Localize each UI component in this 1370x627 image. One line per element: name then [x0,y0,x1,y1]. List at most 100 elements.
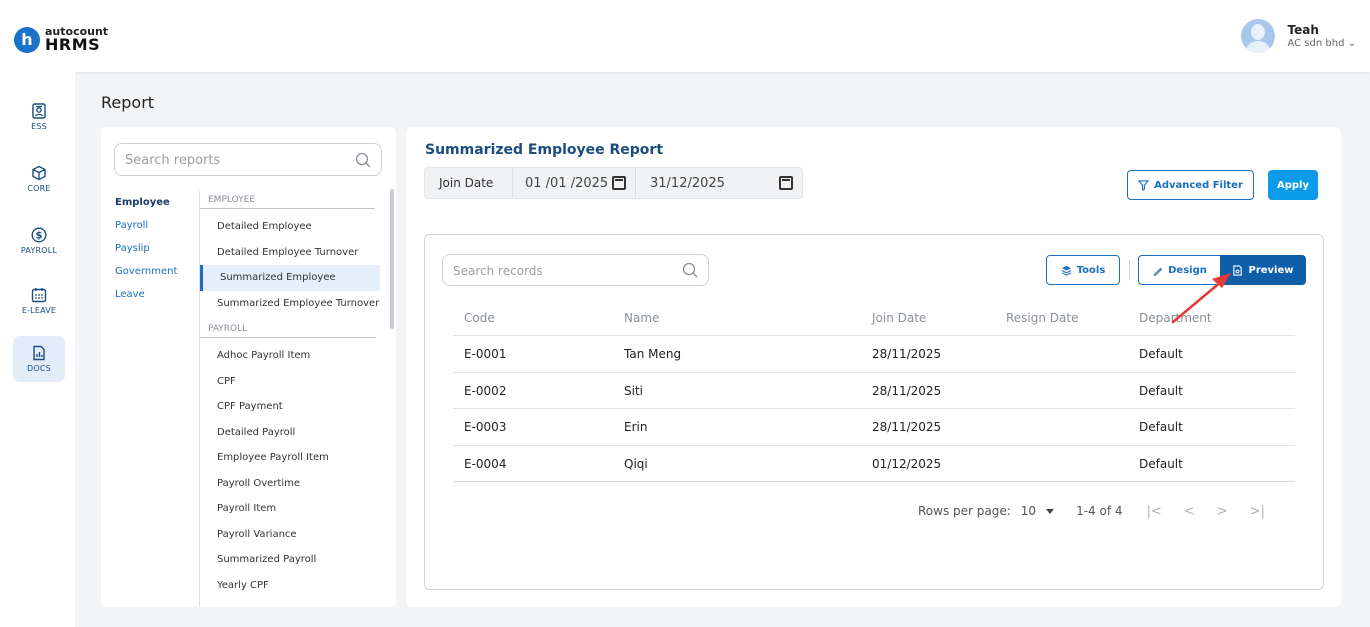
date-end-field[interactable]: 31/12/2025 [636,168,802,198]
apply-button[interactable]: Apply [1268,170,1318,200]
report-item[interactable]: Summarized Employee Turnover [200,291,380,317]
tools-button[interactable]: Tools [1046,255,1120,285]
nav-label: E-LEAVE [21,306,57,315]
cell-name: Tan Meng [624,347,682,361]
preview-doc-icon [1233,264,1243,276]
report-item[interactable]: Adhoc Payroll Item [200,343,380,369]
rows-per-page-select[interactable]: 10 [1020,504,1055,518]
date-label: Join Date [425,168,513,198]
filter-icon [1138,179,1150,191]
column-header-join-date[interactable]: Join Date [872,301,926,335]
next-page-button[interactable]: > [1217,504,1228,519]
cell-department: Default [1139,420,1183,434]
dollar-icon: $ [31,227,47,243]
rows-per-page-label: Rows per page: [918,504,1011,518]
table-row[interactable]: E-0001 Tan Meng 28/11/2025 Default [453,336,1295,373]
date-start-value: 01 /01 /2025 [525,175,609,191]
layers-icon [1061,265,1071,276]
cell-join-date: 28/11/2025 [872,383,942,398]
cell-code: E-0001 [464,347,507,361]
record-search[interactable] [442,254,709,286]
record-search-input[interactable] [453,261,673,281]
nav-ess[interactable]: ESS [13,94,65,140]
svg-text:$: $ [36,231,43,242]
report-list-panel: Employee Payroll Payslip Government Leav… [101,127,396,607]
nav-e-leave[interactable]: E-LEAVE [13,278,65,324]
cell-code: E-0003 [464,420,507,434]
user-name: Teah [1287,23,1319,37]
last-page-button[interactable]: >| [1250,504,1265,519]
category-payroll[interactable]: Payroll [115,219,177,242]
report-item[interactable]: Payroll Overtime [200,471,380,497]
cell-name: Siti [624,383,643,398]
report-title: Summarized Employee Report [425,142,664,158]
column-header-code[interactable]: Code [464,301,495,335]
user-menu[interactable]: Teah AC sdn bhd ⌄ [1241,19,1356,53]
category-payslip[interactable]: Payslip [115,242,177,265]
nav-core[interactable]: CORE [13,156,65,202]
table-row[interactable]: E-0003 Erin 28/11/2025 Default [453,409,1295,446]
report-items: EMPLOYEE Detailed Employee Detailed Empl… [200,195,380,598]
category-government[interactable]: Government [115,265,177,288]
report-item-active[interactable]: Summarized Employee [200,265,380,291]
cell-department: Default [1139,383,1183,398]
table-row[interactable]: E-0002 Siti 28/11/2025 Default [453,373,1295,409]
report-item[interactable]: CPF [200,369,380,395]
calendar-icon[interactable] [779,176,793,190]
first-page-button[interactable]: |< [1147,504,1162,519]
nav-label: ESS [31,122,47,131]
logo-product: HRMS [45,35,101,54]
nav-label: CORE [27,184,51,193]
report-search-input[interactable] [125,150,345,170]
cell-name: Qiqi [624,456,648,471]
join-date-range: Join Date 01 /01 /2025 31/12/2025 [424,167,803,199]
design-icon [1153,267,1163,276]
design-button[interactable]: Design [1138,255,1220,285]
user-company: AC sdn bhd ⌄ [1287,38,1356,49]
advanced-filter-label: Advanced Filter [1154,179,1243,191]
report-item[interactable]: Payroll Item [200,496,380,522]
report-item[interactable]: Detailed Employee Turnover [200,240,380,266]
tools-label: Tools [1076,264,1106,276]
page-range: 1-4 of 4 [1076,504,1123,518]
rows-per-page-value: 10 [1020,504,1037,518]
badge-icon [32,103,46,119]
nav-docs[interactable]: DOCS [13,336,65,382]
column-header-name[interactable]: Name [624,301,659,335]
chevron-down-icon: ⌄ [1347,38,1356,49]
date-start-field[interactable]: 01 /01 /2025 [513,168,636,198]
search-icon [682,262,698,278]
design-label: Design [1168,264,1207,276]
column-header-resign-date[interactable]: Resign Date [1006,301,1079,335]
scrollbar[interactable] [390,189,394,329]
category-leave[interactable]: Leave [115,288,177,311]
top-header: h autocount HRMS Teah AC sdn bhd ⌄ [0,0,1370,72]
report-item[interactable]: Detailed Payroll [200,420,380,446]
app-logo[interactable]: h autocount HRMS [14,26,108,53]
report-item[interactable]: Payroll Variance [200,522,380,548]
report-item[interactable]: CPF Payment [200,394,380,420]
cell-join-date: 28/11/2025 [872,347,942,361]
report-item[interactable]: Detailed Employee [200,214,380,240]
report-item[interactable]: Yearly CPF [200,573,380,599]
nav-payroll[interactable]: $ PAYROLL [13,218,65,264]
table-row[interactable]: E-0004 Qiqi 01/12/2025 Default [453,446,1295,482]
pagination: Rows per page: 10 1-4 of 4 |< < > >| [918,493,1308,529]
cell-department: Default [1139,456,1183,471]
cell-department: Default [1139,347,1183,361]
advanced-filter-button[interactable]: Advanced Filter [1127,170,1254,200]
records-table: Code Name Join Date Resign Date Departme… [453,301,1295,482]
calendar-icon[interactable] [612,176,626,190]
section-header-payroll: PAYROLL [200,324,375,338]
page-title: Report [101,93,155,112]
report-item[interactable]: Summarized Payroll [200,547,380,573]
report-search[interactable] [114,143,382,176]
table-header: Code Name Join Date Resign Date Departme… [453,301,1295,336]
report-item[interactable]: Employee Payroll Item [200,445,380,471]
category-employee[interactable]: Employee [115,196,177,219]
preview-button[interactable]: Preview [1220,255,1306,285]
column-header-department[interactable]: Department [1139,301,1212,335]
prev-page-button[interactable]: < [1184,504,1195,519]
cube-icon [32,165,46,181]
side-nav: ESS CORE $ PAYROLL E-LEAVE DOCS [0,72,75,627]
